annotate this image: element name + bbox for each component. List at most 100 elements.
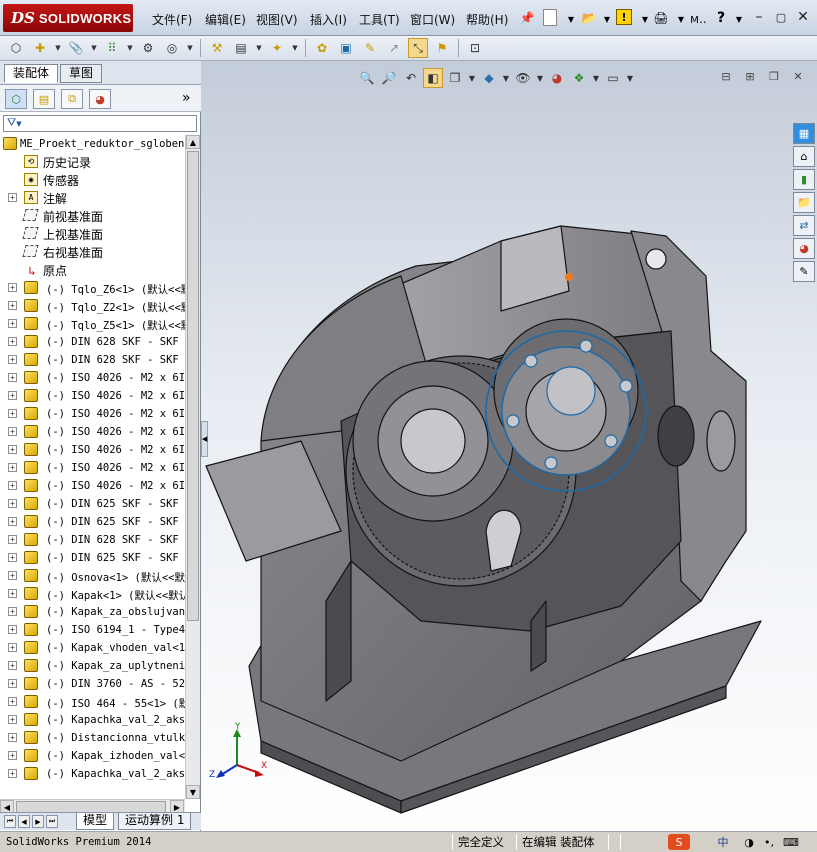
expand-icon[interactable]: + xyxy=(8,499,17,508)
expand-icon[interactable]: + xyxy=(8,769,17,778)
scroll-down-icon[interactable]: ▼ xyxy=(186,785,200,799)
tree-component[interactable]: + (-) Distancionna_vtulka_ xyxy=(0,729,185,747)
graphics-area[interactable]: 🔍 🔎 ↶ ◧ ❐ ▼ ◆ ▼ 👁 ▼ ◕ ❖ ▼ ▭ ▼ ⊟ ⊞ ❐ ✕ ▦ … xyxy=(201,61,817,831)
expand-icon[interactable]: + xyxy=(8,679,17,688)
tree-component[interactable]: + (-) Tqlo_Z5<1> (默认<<默 xyxy=(0,315,185,333)
chevron-down-icon[interactable]: ▼ xyxy=(90,38,98,58)
tree-vertical-scrollbar[interactable]: ▲ ▼ xyxy=(185,135,200,799)
appearances-icon[interactable]: ◕ xyxy=(793,238,815,259)
chevron-down-icon[interactable]: ▼ xyxy=(501,68,511,88)
chevron-down-icon[interactable]: ▼ xyxy=(730,10,748,28)
tree-component[interactable]: + (-) DIN 3760 - AS - 52 x xyxy=(0,675,185,693)
expand-icon[interactable]: + xyxy=(8,589,17,598)
chevron-down-icon[interactable]: ▼ xyxy=(186,38,194,58)
open-icon[interactable]: 📂 xyxy=(580,9,598,27)
view-settings-icon[interactable]: ▭ xyxy=(603,68,623,88)
tree-component[interactable]: + (-) Kapak_za_obslujvane xyxy=(0,603,185,621)
expand-icon[interactable]: + xyxy=(8,337,17,346)
settings-icon[interactable]: ✿ xyxy=(312,38,332,58)
tree-item[interactable]: ◉ 传感器 xyxy=(0,171,185,189)
pin-icon[interactable]: 📌 xyxy=(518,9,536,27)
display-style-icon[interactable]: ◆ xyxy=(479,68,499,88)
input-method-icon[interactable]: S xyxy=(668,834,690,850)
help-icon[interactable]: ? xyxy=(712,9,730,27)
previous-view-icon[interactable]: ↶ xyxy=(401,68,421,88)
expand-icon[interactable]: + xyxy=(8,391,17,400)
propertymanager-icon[interactable]: ▤ xyxy=(33,89,55,109)
insert-component-icon[interactable]: ✚ xyxy=(30,38,50,58)
expand-icon[interactable]: + xyxy=(8,607,17,616)
chevron-down-icon[interactable]: ▼ xyxy=(535,68,545,88)
close-icon[interactable]: ✕ xyxy=(794,8,812,26)
restore-icon[interactable]: ❐ xyxy=(767,69,781,83)
last-tab-icon[interactable]: ⏭ xyxy=(46,815,58,828)
smart-fasteners-icon[interactable]: ⚙ xyxy=(138,38,158,58)
chevron-down-icon[interactable]: ▼ xyxy=(126,38,134,58)
panel-collapse-handle[interactable]: ◀ xyxy=(201,421,208,457)
expand-icon[interactable]: + xyxy=(8,751,17,760)
tree-component[interactable]: + (-) DIN 628 SKF - SKF 33 xyxy=(0,531,185,549)
moon-icon[interactable]: ◑ xyxy=(738,834,760,850)
tree-item[interactable]: ↳ 原点 xyxy=(0,261,185,279)
solidworks-logo[interactable]: DS SOLIDWORKS xyxy=(3,4,133,32)
tree-component[interactable]: + (-) Kapak<1> (默认<<默认 xyxy=(0,585,185,603)
rebuild-warning-icon[interactable]: ! xyxy=(616,9,632,25)
solidworks-resources-icon[interactable]: ▦ xyxy=(793,123,815,144)
language-icon[interactable]: 中 xyxy=(712,834,734,850)
expand-icon[interactable]: + xyxy=(8,481,17,490)
tree-component[interactable]: + (-) ISO 4026 - M2 x 6ISO xyxy=(0,477,185,495)
prev-tab-icon[interactable]: ◀ xyxy=(18,815,30,828)
gearbox-model[interactable] xyxy=(201,61,817,831)
featuremanager-icon[interactable]: ⬡ xyxy=(5,89,27,109)
tree-component[interactable]: + (-) Kapak_izhoden_val<1> xyxy=(0,747,185,765)
explode-icon[interactable]: ✦ xyxy=(267,38,287,58)
home-icon[interactable]: ⌂ xyxy=(793,146,815,167)
menu-insert[interactable]: 插入(I) xyxy=(310,11,347,28)
file-explorer-icon[interactable]: 📁 xyxy=(793,192,815,213)
expand-icon[interactable]: + xyxy=(8,571,17,580)
edit-appearance-icon[interactable]: ◕ xyxy=(547,68,567,88)
expand-icon[interactable]: + xyxy=(8,661,17,670)
expand-icon[interactable]: + xyxy=(8,355,17,364)
filter-icon[interactable]: ⛛ xyxy=(7,116,16,129)
menu-view[interactable]: 视图(V) xyxy=(256,11,298,28)
zoom-icon[interactable]: ⤡ xyxy=(408,38,428,58)
tree-component[interactable]: + (-) ISO 4026 - M2 x 6ISO xyxy=(0,459,185,477)
minimize-icon[interactable]: – xyxy=(750,8,768,26)
tree-component[interactable]: + (-) DIN 625 SKF - SKF 62 xyxy=(0,513,185,531)
expand-icon[interactable]: + xyxy=(8,463,17,472)
filter-dropdown-icon[interactable]: ▼ xyxy=(16,120,21,128)
scroll-up-icon[interactable]: ▲ xyxy=(186,135,200,149)
zoom-area-icon[interactable]: 🔎 xyxy=(379,68,399,88)
expand-icon[interactable]: + xyxy=(8,643,17,652)
displaymanager-icon[interactable]: ◕ xyxy=(89,89,111,109)
menu-file[interactable]: 文件(F) xyxy=(152,11,192,28)
tree-component[interactable]: + (-) ISO 464 - 55<1> (默认 xyxy=(0,693,185,711)
tree-filter[interactable]: ⛛▼ xyxy=(3,115,197,132)
view-orientation-icon[interactable]: ❐ xyxy=(445,68,465,88)
expand-icon[interactable]: + xyxy=(8,535,17,544)
tree-component[interactable]: + (-) Tqlo_Z6<1> (默认<<默 xyxy=(0,279,185,297)
chevron-down-icon[interactable]: ▼ xyxy=(672,10,690,28)
expand-icon[interactable]: + xyxy=(8,553,17,562)
tab-motion-study[interactable]: 运动算例 1 xyxy=(118,813,192,830)
tile-icon[interactable]: ⊟ xyxy=(719,69,733,83)
tree-component[interactable]: + (-) ISO 6194_1 - Type4 2 xyxy=(0,621,185,639)
chevron-down-icon[interactable]: ▼ xyxy=(291,38,299,58)
next-tab-icon[interactable]: ▶ xyxy=(32,815,44,828)
apply-scene-icon[interactable]: ❖ xyxy=(569,68,589,88)
chevron-down-icon[interactable]: ▼ xyxy=(598,10,616,28)
menu-help[interactable]: 帮助(H) xyxy=(466,11,508,28)
view-settings-icon[interactable]: ⊡ xyxy=(465,38,485,58)
tab-sketch[interactable]: 草图 xyxy=(60,64,103,83)
expand-icon[interactable]: + xyxy=(8,409,17,418)
zoom-to-fit-icon[interactable]: 🔍 xyxy=(357,68,377,88)
design-library-icon[interactable]: ▮ xyxy=(793,169,815,190)
tree-component[interactable]: + (-) Kapachka_val_2_aksia xyxy=(0,711,185,729)
rebuild-icon[interactable]: ⚒ xyxy=(207,38,227,58)
configurationmanager-icon[interactable]: ⧉ xyxy=(61,89,83,109)
expand-icon[interactable]: + xyxy=(8,193,17,202)
tree-item[interactable]: + A 注解 xyxy=(0,189,185,207)
expand-icon[interactable]: + xyxy=(8,373,17,382)
chevron-down-icon[interactable]: ▼ xyxy=(255,38,263,58)
